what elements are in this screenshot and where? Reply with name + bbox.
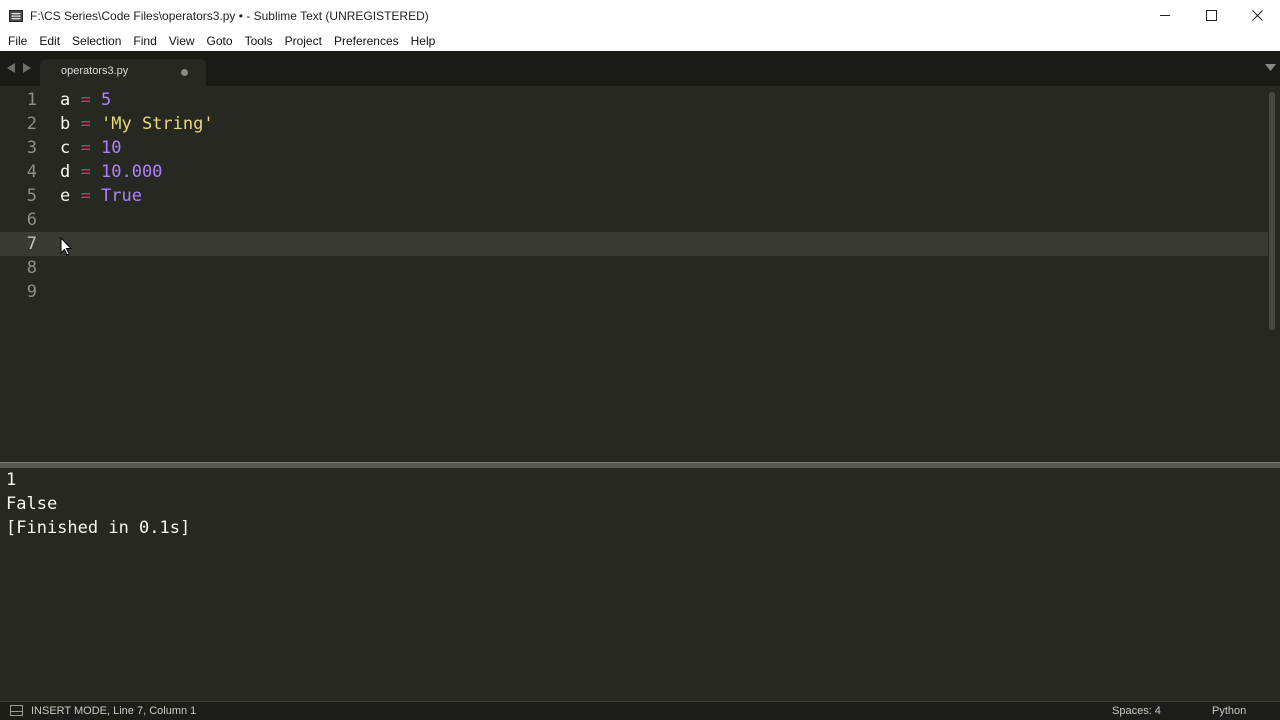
variable-name: d — [60, 162, 71, 182]
assignment-operator: = — [80, 90, 91, 110]
window-controls — [1142, 0, 1280, 31]
code-line-empty[interactable] — [60, 208, 1268, 232]
assignment-operator: = — [80, 138, 91, 158]
line-number: 3 — [26, 138, 37, 158]
maximize-button[interactable] — [1188, 0, 1234, 31]
variable-name: e — [60, 186, 71, 206]
variable-name: b — [60, 114, 71, 134]
line-number: 6 — [26, 210, 37, 230]
code-line-empty[interactable] — [60, 280, 1268, 304]
editor-scrollbar[interactable] — [1269, 92, 1275, 330]
sublime-app-icon[interactable] — [9, 9, 23, 23]
tab-operators3[interactable]: operators3.py — [40, 59, 206, 86]
menu-selection[interactable]: Selection — [66, 31, 127, 51]
tab-bar: operators3.py — [0, 51, 1280, 86]
editor-pane[interactable]: 1 2 3 4 5 6 7 8 9 a = 5 b = 'My String' … — [0, 86, 1280, 462]
line-number: 2 — [26, 114, 37, 134]
line-number: 1 — [26, 90, 37, 110]
menu-tools[interactable]: Tools — [239, 31, 279, 51]
assignment-operator: = — [80, 114, 91, 134]
line-gutter: 1 2 3 4 5 6 7 8 9 — [0, 88, 48, 304]
menu-file[interactable]: File — [2, 31, 33, 51]
assignment-operator: = — [80, 162, 91, 182]
status-bar: INSERT MODE, Line 7, Column 1 Spaces: 4 … — [0, 701, 1280, 720]
code-line[interactable]: b = 'My String' — [60, 112, 1268, 136]
menu-goto[interactable]: Goto — [201, 31, 239, 51]
code-line-active[interactable] — [48, 232, 1268, 256]
output-line: False — [6, 494, 58, 514]
value-literal: 10 — [101, 138, 122, 158]
build-output-panel: 1 False [Finished in 0.1s] — [0, 468, 1280, 695]
line-number: 5 — [26, 186, 37, 206]
menu-bar: File Edit Selection Find View Goto Tools… — [0, 31, 1280, 51]
tab-label: operators3.py — [61, 65, 129, 77]
tab-previous-icon[interactable] — [6, 62, 16, 74]
code-line[interactable]: c = 10 — [60, 136, 1268, 160]
syntax-selector[interactable]: Python — [1212, 705, 1246, 717]
maximize-icon — [1205, 10, 1217, 21]
code-line[interactable]: d = 10.000 — [60, 160, 1268, 184]
output-line: 1 — [6, 470, 17, 490]
menu-preferences[interactable]: Preferences — [328, 31, 405, 51]
menu-find[interactable]: Find — [127, 31, 162, 51]
minimize-icon — [1159, 15, 1170, 16]
line-number: 4 — [26, 162, 37, 182]
code-line[interactable]: a = 5 — [60, 88, 1268, 112]
code-line[interactable]: e = True — [60, 184, 1268, 208]
code-area[interactable]: a = 5 b = 'My String' c = 10 d = 10.000 … — [48, 88, 1268, 304]
variable-name: a — [60, 90, 71, 110]
minimize-button[interactable] — [1142, 0, 1188, 31]
window-title: F:\CS Series\Code Files\operators3.py • … — [30, 8, 429, 23]
menu-help[interactable]: Help — [405, 31, 442, 51]
close-button[interactable] — [1234, 0, 1280, 31]
indentation-setting[interactable]: Spaces: 4 — [1112, 705, 1161, 717]
menu-view[interactable]: View — [163, 31, 201, 51]
menu-edit[interactable]: Edit — [33, 31, 66, 51]
title-bar: F:\CS Series\Code Files\operators3.py • … — [0, 0, 1280, 31]
tab-navigation — [6, 62, 32, 74]
panel-toggle-icon[interactable] — [10, 705, 24, 717]
code-line-empty[interactable] — [60, 256, 1268, 280]
close-icon — [1251, 10, 1263, 21]
assignment-operator: = — [80, 186, 91, 206]
line-number: 9 — [26, 282, 37, 302]
status-position: INSERT MODE, Line 7, Column 1 — [31, 705, 197, 717]
unsaved-dot-icon[interactable] — [181, 69, 188, 76]
value-literal: 10.000 — [101, 162, 163, 182]
value-literal: 'My String' — [101, 114, 214, 134]
variable-name: c — [60, 138, 71, 158]
line-number-active: 7 — [0, 232, 48, 256]
value-literal: True — [101, 186, 142, 206]
value-literal: 5 — [101, 90, 112, 110]
tab-next-icon[interactable] — [22, 62, 32, 74]
line-number: 8 — [26, 258, 37, 278]
tab-overflow-icon[interactable] — [1265, 64, 1276, 72]
mouse-pointer-icon — [60, 237, 72, 256]
output-line: [Finished in 0.1s] — [6, 518, 191, 538]
menu-project[interactable]: Project — [279, 31, 328, 51]
